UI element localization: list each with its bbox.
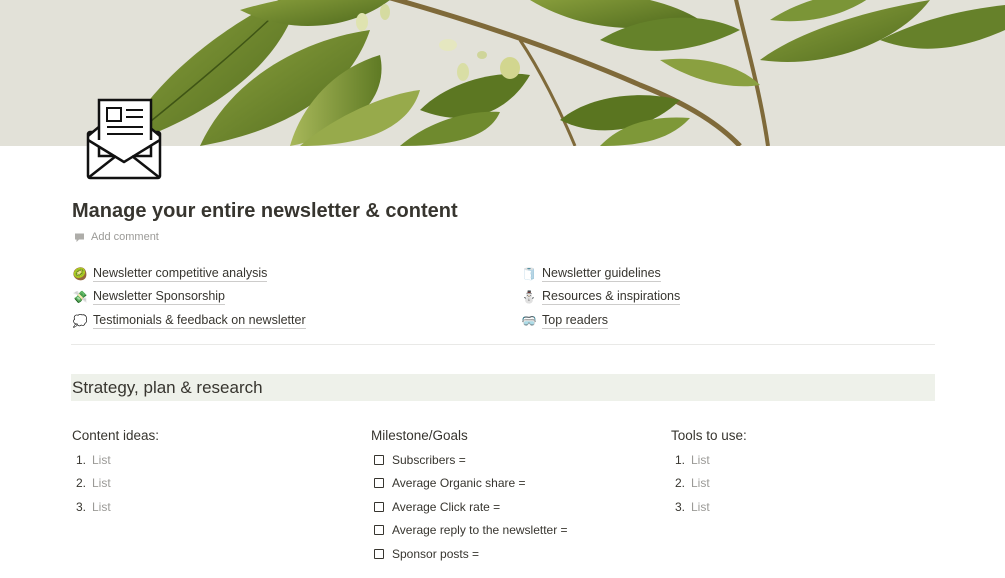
list-number: 2. [76, 476, 87, 491]
link-label: Newsletter Sponsorship [93, 289, 226, 306]
list-placeholder: List [691, 499, 710, 514]
checkbox[interactable] [374, 478, 384, 489]
list-placeholder: List [691, 476, 710, 491]
todo-text[interactable]: Average Organic share = [392, 476, 526, 490]
notion-page: Manage your entire newsletter & content … [0, 0, 1005, 578]
list-placeholder: List [92, 476, 111, 491]
newsletter-envelope-icon[interactable] [86, 96, 164, 182]
roll-of-paper-icon: 🧻 [521, 266, 537, 281]
link-guidelines[interactable]: 🧻 Newsletter guidelines [521, 262, 680, 286]
milestone-goals-title[interactable]: Milestone/Goals [371, 426, 568, 448]
kiwi-icon: 🥝 [72, 266, 88, 281]
link-label: Newsletter competitive analysis [93, 265, 268, 282]
list-item[interactable]: 3. List [72, 495, 159, 519]
snowman-icon: ⛄ [521, 290, 537, 305]
section-heading-text: Strategy, plan & research [72, 377, 263, 397]
list-number: 2. [675, 476, 686, 491]
todo-item: Sponsor posts = [371, 542, 568, 566]
list-placeholder: List [92, 452, 111, 467]
list-item[interactable]: 1. List [671, 448, 747, 472]
tools-title[interactable]: Tools to use: [671, 426, 747, 448]
link-competitive-analysis[interactable]: 🥝 Newsletter competitive analysis [72, 262, 306, 286]
todo-text[interactable]: Subscribers = [392, 453, 466, 467]
list-placeholder: List [92, 499, 111, 514]
page-title[interactable]: Manage your entire newsletter & content [72, 200, 458, 223]
list-number: 1. [675, 452, 686, 467]
comment-icon [74, 232, 85, 243]
tools-column: Tools to use: 1. List 2. List 3. List [671, 426, 747, 519]
list-item[interactable]: 1. List [72, 448, 159, 472]
todo-item: Average Click rate = [371, 495, 568, 519]
todo-text[interactable]: Average reply to the newsletter = [392, 523, 568, 537]
todo-item: Average Organic share = [371, 472, 568, 496]
link-resources[interactable]: ⛄ Resources & inspirations [521, 286, 681, 310]
list-number: 3. [76, 499, 87, 514]
add-comment-label: Add comment [91, 231, 159, 243]
todo-item: Average reply to the newsletter = [371, 519, 568, 543]
link-label: Resources & inspirations [542, 289, 681, 306]
todo-text[interactable]: Sponsor posts = [392, 547, 479, 561]
checkbox[interactable] [374, 525, 384, 536]
thought-balloon-icon: 💭 [72, 313, 88, 328]
goggles-icon: 🥽 [521, 313, 537, 328]
link-sponsorship[interactable]: 💸 Newsletter Sponsorship [72, 286, 306, 310]
link-label: Testimonials & feedback on newsletter [93, 312, 306, 329]
content-ideas-column: Content ideas: 1. List 2. List 3. List [72, 426, 159, 519]
add-comment-button[interactable]: Add comment [74, 231, 159, 243]
list-item[interactable]: 3. List [671, 495, 747, 519]
linked-pages-left: 🥝 Newsletter competitive analysis 💸 News… [72, 262, 306, 333]
checkbox[interactable] [374, 548, 384, 559]
checkbox[interactable] [374, 454, 384, 465]
milestone-goals-column: Milestone/Goals Subscribers = Average Or… [371, 426, 568, 566]
link-label: Top readers [542, 312, 609, 329]
link-testimonials[interactable]: 💭 Testimonials & feedback on newsletter [72, 309, 306, 333]
content-ideas-title[interactable]: Content ideas: [72, 426, 159, 448]
list-number: 1. [76, 452, 87, 467]
checkbox[interactable] [374, 501, 384, 512]
link-label: Newsletter guidelines [542, 265, 661, 282]
todo-item: Subscribers = [371, 448, 568, 472]
linked-pages-right: 🧻 Newsletter guidelines ⛄ Resources & in… [521, 262, 681, 333]
divider [71, 344, 935, 345]
money-with-wings-icon: 💸 [72, 290, 88, 305]
list-item[interactable]: 2. List [671, 472, 747, 496]
list-item[interactable]: 2. List [72, 472, 159, 496]
list-placeholder: List [691, 452, 710, 467]
link-top-readers[interactable]: 🥽 Top readers [521, 309, 680, 333]
list-number: 3. [675, 499, 686, 514]
todo-text[interactable]: Average Click rate = [392, 500, 500, 514]
section-heading[interactable]: Strategy, plan & research [71, 374, 935, 401]
